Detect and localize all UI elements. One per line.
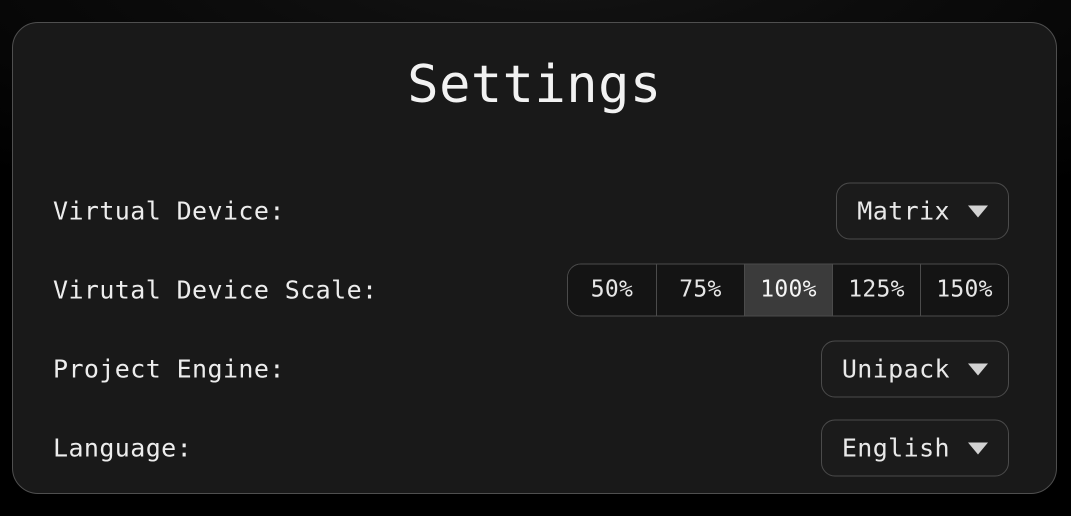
segment-scale-125[interactable]: 125% bbox=[832, 264, 920, 315]
segment-scale-75[interactable]: 75% bbox=[656, 264, 744, 315]
control-device-scale: 50% 75% 100% 125% 150% bbox=[567, 263, 1009, 316]
chevron-down-icon bbox=[968, 363, 988, 376]
control-project-engine: Unipack bbox=[820, 340, 1009, 397]
label-device-scale: Virutal Device Scale: bbox=[53, 275, 378, 304]
dropdown-language-value: English bbox=[841, 433, 950, 462]
setting-row-virtual-device: Virtual Device: Matrix bbox=[13, 171, 1056, 250]
label-language: Language: bbox=[53, 433, 193, 462]
segment-scale-50[interactable]: 50% bbox=[568, 264, 656, 315]
segment-scale-150[interactable]: 150% bbox=[920, 264, 1008, 315]
control-language: English bbox=[820, 419, 1009, 476]
setting-row-device-scale: Virutal Device Scale: 50% 75% 100% 125% … bbox=[13, 250, 1056, 329]
chevron-down-icon bbox=[968, 205, 988, 218]
dropdown-virtual-device[interactable]: Matrix bbox=[836, 182, 1009, 239]
page-title: Settings bbox=[407, 55, 662, 115]
settings-panel: Settings Virtual Device: Matrix Virutal … bbox=[12, 22, 1057, 494]
chevron-down-icon bbox=[968, 442, 988, 455]
control-virtual-device: Matrix bbox=[836, 182, 1009, 239]
settings-rows: Virtual Device: Matrix Virutal Device Sc… bbox=[13, 171, 1056, 487]
settings-screen: Settings Virtual Device: Matrix Virutal … bbox=[0, 0, 1071, 516]
label-virtual-device: Virtual Device: bbox=[53, 196, 285, 225]
dropdown-project-engine-value: Unipack bbox=[841, 354, 950, 383]
dropdown-language[interactable]: English bbox=[820, 419, 1009, 476]
segmented-control-device-scale[interactable]: 50% 75% 100% 125% 150% bbox=[567, 263, 1009, 316]
dropdown-project-engine[interactable]: Unipack bbox=[820, 340, 1009, 397]
segment-scale-100[interactable]: 100% bbox=[744, 264, 832, 315]
setting-row-language: Language: English bbox=[13, 408, 1056, 487]
dropdown-virtual-device-value: Matrix bbox=[857, 196, 950, 225]
setting-row-project-engine: Project Engine: Unipack bbox=[13, 329, 1056, 408]
label-project-engine: Project Engine: bbox=[53, 354, 285, 383]
